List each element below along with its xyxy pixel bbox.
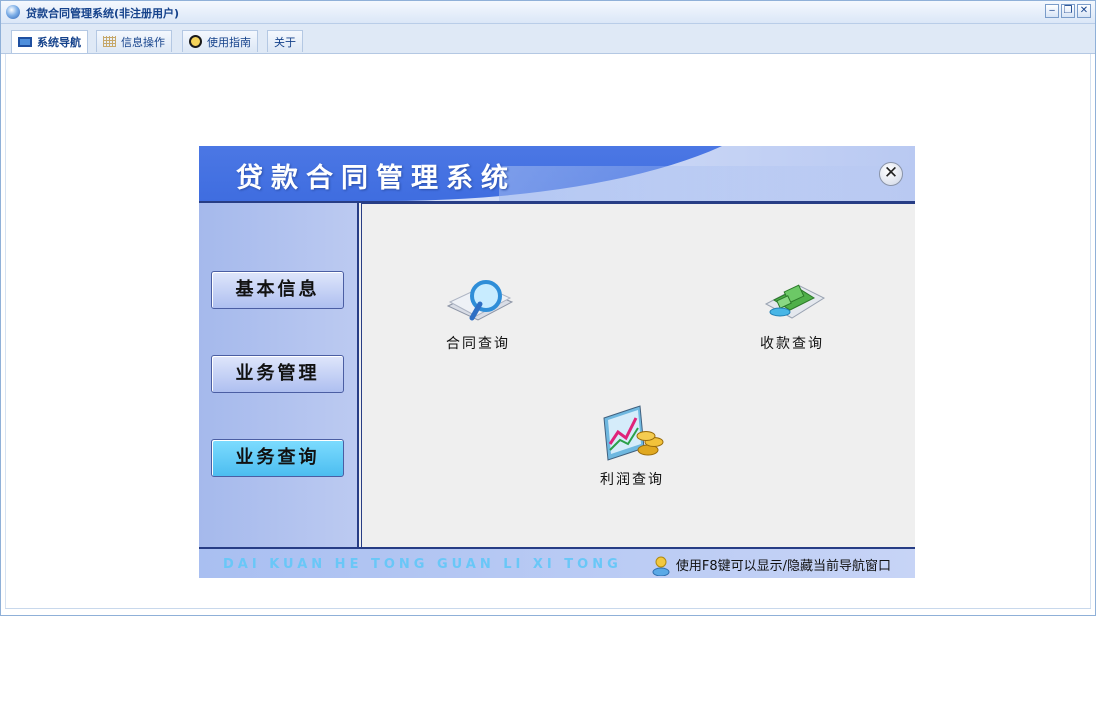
contract-search-icon [442,268,514,330]
tab-bar: 系统导航 信息操作 使用指南 关于 [1,24,1095,54]
tab-label: 使用指南 [207,35,251,49]
minimize-button[interactable]: ‒ [1045,4,1059,18]
payment-query-label: 收款查询 [760,336,824,352]
profit-query-label: 利润查询 [600,472,664,488]
close-window-button[interactable]: ✕ [1077,4,1091,18]
tab-system-nav[interactable]: 系统导航 [11,30,88,53]
window-controls: ‒ ❐ ✕ [1045,4,1091,18]
panel-title: 贷款合同管理系统 [236,163,516,194]
monitor-icon [18,37,32,47]
contract-query-label: 合同查询 [446,336,510,352]
tab-label: 系统导航 [37,36,81,49]
grid-icon [103,36,116,47]
panel-footer: DAI KUAN HE TONG GUAN LI XI TONG 使用F8键可以… [199,549,915,578]
user-icon [652,556,670,576]
profit-search-icon [596,404,668,466]
tab-label: 信息操作 [121,35,165,49]
nav-business-mgmt-button[interactable]: 业务管理 [211,355,344,393]
profit-query-item[interactable]: 利润查询 [572,404,692,489]
content-border-right [1090,54,1091,609]
close-panel-button[interactable]: ✕ [879,162,903,186]
footer-hint: 使用F8键可以显示/隐藏当前导航窗口 [652,555,891,576]
tab-label: 关于 [274,35,296,49]
query-area: 合同查询 收款查询 利润查询 [361,203,915,547]
payment-query-item[interactable]: 收款查询 [732,268,852,353]
restore-button[interactable]: ❐ [1061,4,1075,18]
nav-basic-info-button[interactable]: 基本信息 [211,271,344,309]
tab-user-guide[interactable]: 使用指南 [182,30,258,52]
nav-business-query-button[interactable]: 业务查询 [211,439,344,477]
bulb-icon [189,35,202,48]
content-border-bottom [5,608,1091,609]
payment-search-icon [756,268,828,330]
title-bar: 贷款合同管理系统(非注册用户) ‒ ❐ ✕ [1,1,1095,24]
footer-hint-text: 使用F8键可以显示/隐藏当前导航窗口 [675,559,891,574]
app-icon [6,5,20,19]
contract-query-item[interactable]: 合同查询 [418,268,538,353]
banner-decoration [499,166,915,201]
tab-info-ops[interactable]: 信息操作 [96,30,172,52]
panel-sidebar: 基本信息 业务管理 业务查询 [199,203,359,547]
tab-about[interactable]: 关于 [267,30,303,52]
navigation-panel: 贷款合同管理系统 ✕ 基本信息 业务管理 业务查询 合同查询 收款查询 利润查询… [199,146,915,578]
content-border-left [5,54,6,609]
panel-banner: 贷款合同管理系统 ✕ [199,146,915,201]
window-title: 贷款合同管理系统(非注册用户) [26,7,180,20]
footer-pinyin: DAI KUAN HE TONG GUAN LI XI TONG [223,557,622,572]
